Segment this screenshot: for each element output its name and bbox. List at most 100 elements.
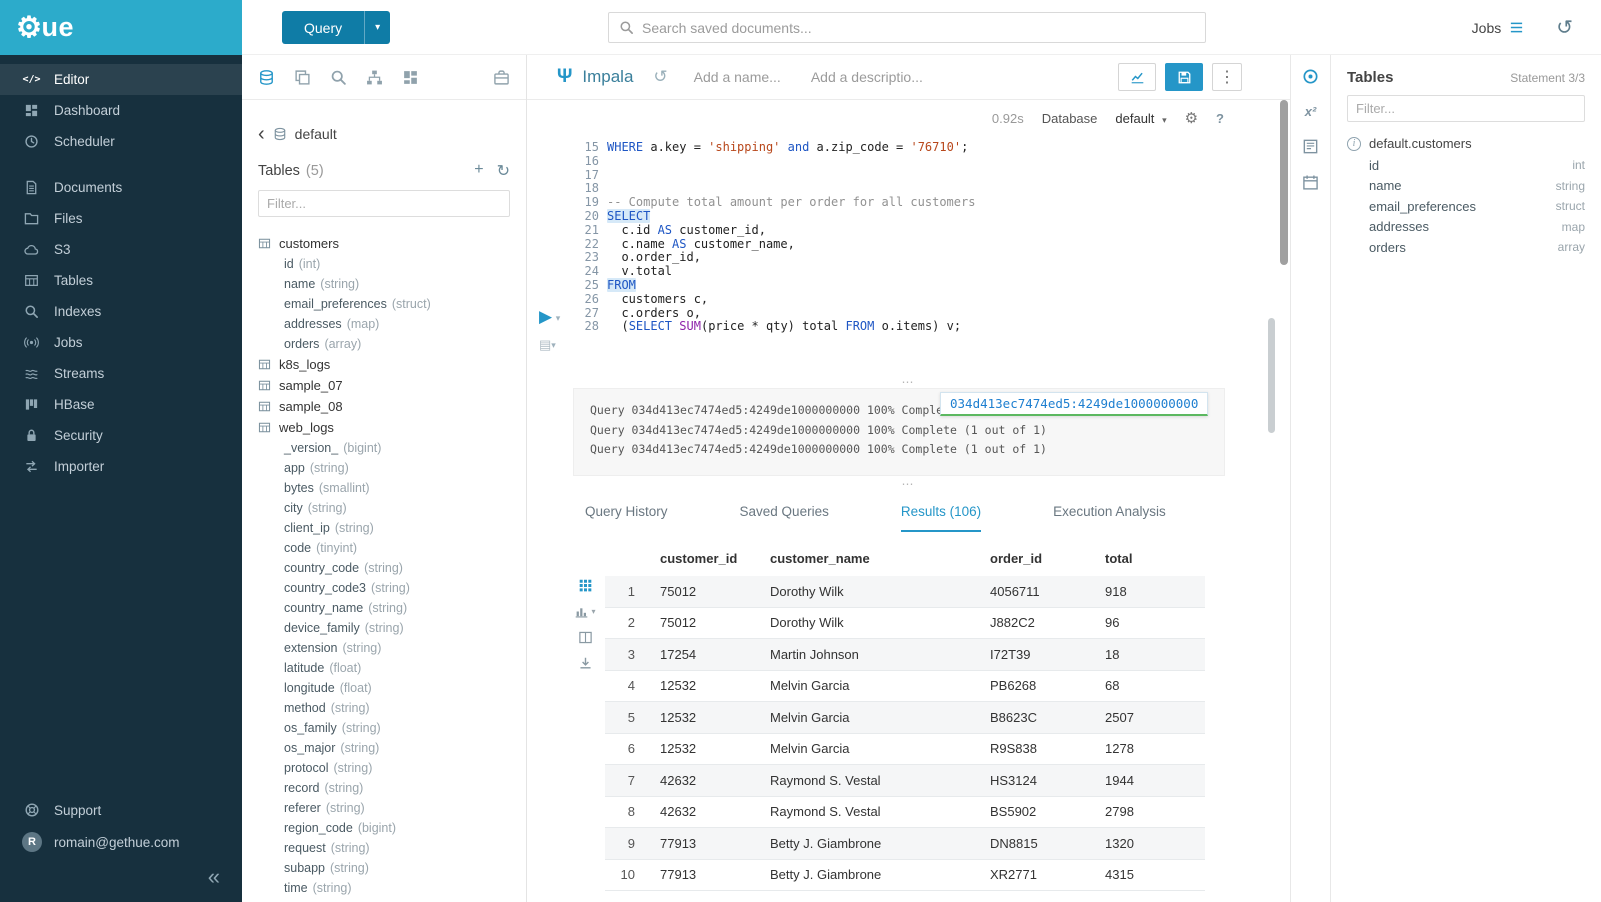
sql-editor[interactable]: ▶ ▾ ▤▾ 1516171819202122232425262728 WHER… [573, 136, 1290, 376]
right-column-id[interactable]: idint [1347, 155, 1585, 176]
assist-column-time[interactable]: time(string) [258, 878, 510, 898]
download-icon[interactable] [578, 656, 593, 671]
assist-column-method[interactable]: method(string) [258, 698, 510, 718]
assist-table-k8s_logs[interactable]: k8s_logs [258, 354, 510, 375]
assist-table-customers[interactable]: customers [258, 233, 510, 254]
sidebar-item-user[interactable]: R romain@gethue.com [0, 826, 242, 858]
jobs-link[interactable]: Jobs [1472, 20, 1525, 36]
execute-options-caret-icon[interactable]: ▾ [556, 313, 561, 323]
results-column-header-order_id[interactable]: order_id [979, 551, 1094, 566]
assist-column-city[interactable]: city(string) [258, 498, 510, 518]
assist-table-sample_08[interactable]: sample_08 [258, 396, 510, 417]
functions-icon[interactable]: x² [1305, 104, 1317, 119]
back-icon[interactable]: ‹ [258, 124, 265, 144]
active-table[interactable]: i default.customers [1347, 136, 1585, 151]
sidebar-collapse-button[interactable]: « [208, 864, 220, 890]
sidebar-item-support[interactable]: Support [0, 794, 242, 826]
editor-scrollbar[interactable] [1268, 318, 1275, 433]
documents-source-icon[interactable] [294, 69, 311, 86]
results-row[interactable]: 612532Melvin GarciaR9S8381278 [605, 734, 1205, 766]
assist-column-addresses[interactable]: addresses(map) [258, 314, 510, 334]
sidebar-item-s3[interactable]: S3 [0, 234, 242, 265]
global-search[interactable] [608, 12, 1206, 43]
assist-column-latitude[interactable]: latitude(float) [258, 658, 510, 678]
editor-assistant-icon[interactable] [1302, 68, 1319, 85]
help-icon[interactable]: ? [1216, 111, 1224, 126]
results-row[interactable]: 512532Melvin GarciaB8623C2507 [605, 702, 1205, 734]
query-name-field[interactable]: Add a name... [694, 69, 781, 85]
chart-button[interactable] [1118, 63, 1156, 91]
assist-column-os_major[interactable]: os_major(string) [258, 738, 510, 758]
sidebar-item-indexes[interactable]: Indexes [0, 296, 242, 327]
results-row[interactable]: 1077913Betty J. GiambroneXR27714315 [605, 860, 1205, 892]
right-column-orders[interactable]: ordersarray [1347, 237, 1585, 258]
assist-table-web_logs[interactable]: web_logs [258, 417, 510, 438]
assist-column-email_preferences[interactable]: email_preferences(struct) [258, 294, 510, 314]
assist-column-longitude[interactable]: longitude(float) [258, 678, 510, 698]
editor-history-icon[interactable]: ↺ [653, 67, 667, 87]
assist-table-sample_07[interactable]: sample_07 [258, 375, 510, 396]
database-dropdown[interactable]: default ▾ [1115, 111, 1166, 126]
refresh-tables-icon[interactable]: ↻ [497, 161, 510, 181]
language-reference-icon[interactable] [1302, 138, 1319, 155]
sidebar-item-jobs[interactable]: Jobs [0, 327, 242, 358]
right-column-addresses[interactable]: addressesmap [1347, 217, 1585, 238]
columns-view-icon[interactable] [578, 630, 593, 645]
search-input[interactable] [642, 20, 1195, 36]
assist-column-id[interactable]: id(int) [258, 254, 510, 274]
code-content[interactable]: WHERE a.key = 'shipping' and a.zip_code … [607, 141, 1220, 334]
assist-column-_version_[interactable]: _version_(bigint) [258, 438, 510, 458]
sidebar-item-importer[interactable]: Importer [0, 451, 242, 482]
sidebar-item-tables[interactable]: Tables [0, 265, 242, 296]
right-filter[interactable] [1347, 95, 1585, 122]
sidebar-item-editor[interactable]: </>Editor [0, 64, 242, 95]
query-history-icon[interactable]: ↺ [1556, 15, 1573, 40]
results-row[interactable]: 175012Dorothy Wilk4056711918 [605, 576, 1205, 608]
assist-filter-input[interactable] [267, 196, 501, 211]
resize-grip[interactable]: ⋯ [527, 376, 1290, 388]
assist-column-orders[interactable]: orders(array) [258, 334, 510, 354]
grid-view-icon[interactable] [578, 578, 593, 593]
tab-query-history[interactable]: Query History [585, 492, 668, 532]
assist-column-code[interactable]: code(tinyint) [258, 538, 510, 558]
results-row[interactable]: 412532Melvin GarciaPB626868 [605, 671, 1205, 703]
assist-column-referer[interactable]: referer(string) [258, 798, 510, 818]
limit-dropdown[interactable]: ▤▾ [539, 337, 569, 353]
execute-button[interactable]: ▶ [539, 307, 552, 326]
right-column-email_preferences[interactable]: email_preferencesstruct [1347, 196, 1585, 217]
databases-source-icon[interactable] [258, 69, 275, 86]
assist-filter[interactable] [258, 190, 510, 217]
right-filter-input[interactable] [1356, 101, 1576, 116]
sidebar-item-files[interactable]: Files [0, 203, 242, 234]
right-column-name[interactable]: namestring [1347, 176, 1585, 197]
assist-column-country_code[interactable]: country_code(string) [258, 558, 510, 578]
assist-column-app[interactable]: app(string) [258, 458, 510, 478]
results-column-header-total[interactable]: total [1094, 551, 1205, 566]
resize-grip[interactable]: ⋯ [527, 476, 1290, 492]
hue-logo[interactable]: ⚙ ue [0, 0, 242, 55]
assist-column-region_code[interactable]: region_code(bigint) [258, 818, 510, 838]
assist-column-country_code3[interactable]: country_code3(string) [258, 578, 510, 598]
query-button-label[interactable]: Query [282, 11, 364, 44]
assist-column-url[interactable]: url(string) [258, 898, 510, 902]
sidebar-item-dashboard[interactable]: Dashboard [0, 95, 242, 126]
results-row[interactable]: 275012Dorothy WilkJ882C296 [605, 608, 1205, 640]
assist-column-subapp[interactable]: subapp(string) [258, 858, 510, 878]
assist-column-protocol[interactable]: protocol(string) [258, 758, 510, 778]
query-dropdown-caret-icon[interactable]: ▾ [364, 11, 390, 44]
tab-execution-analysis[interactable]: Execution Analysis [1053, 492, 1166, 532]
database-name[interactable]: default [295, 126, 337, 142]
hdfs-source-icon[interactable] [366, 69, 383, 86]
main-scrollbar[interactable] [1280, 100, 1288, 265]
query-description-field[interactable]: Add a descriptio... [811, 69, 923, 85]
info-icon[interactable]: i [1347, 137, 1361, 151]
tab-results-106-[interactable]: Results (106) [901, 492, 981, 532]
results-row[interactable]: 977913Betty J. GiambroneDN88151320 [605, 828, 1205, 860]
sidebar-item-scheduler[interactable]: Scheduler [0, 126, 242, 157]
tab-saved-queries[interactable]: Saved Queries [740, 492, 829, 532]
sidebar-item-security[interactable]: Security [0, 420, 242, 451]
settings-gear-icon[interactable]: ⚙ [1185, 109, 1198, 127]
jobs-source-icon[interactable] [493, 69, 510, 86]
add-table-icon[interactable]: + [474, 161, 483, 181]
assist-column-request[interactable]: request(string) [258, 838, 510, 858]
